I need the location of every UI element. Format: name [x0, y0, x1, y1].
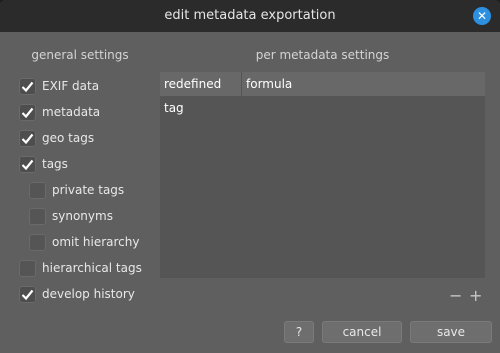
general-settings-header: general settings: [31, 48, 129, 62]
option-exif-data[interactable]: EXIF data: [19, 76, 99, 96]
option-metadata[interactable]: metadata: [19, 102, 100, 122]
help-button[interactable]: ?: [284, 321, 314, 343]
column-header-formula[interactable]: formula: [242, 72, 485, 96]
checkmark-icon: [21, 159, 34, 170]
option-label: develop history: [42, 287, 135, 301]
option-label: EXIF data: [42, 79, 100, 93]
checkbox-synonyms[interactable]: [29, 207, 46, 225]
option-synonyms[interactable]: synonyms: [29, 206, 113, 226]
checkbox-exif-data[interactable]: [19, 77, 36, 95]
option-tags[interactable]: tags: [19, 154, 68, 174]
option-label: tags: [42, 157, 68, 171]
option-label: private tags: [52, 183, 125, 197]
checkmark-icon: [21, 133, 34, 144]
column-header-redefined-tag[interactable]: redefined tag: [160, 72, 242, 115]
checkbox-metadata[interactable]: [19, 103, 36, 121]
option-hierarchical-tags[interactable]: hierarchical tags: [19, 258, 142, 278]
option-omit-hierarchy[interactable]: omit hierarchy: [29, 232, 139, 252]
cancel-button[interactable]: cancel: [322, 321, 402, 343]
option-develop-history[interactable]: develop history: [19, 284, 135, 304]
checkbox-omit-hierarchy[interactable]: [29, 233, 46, 251]
option-label: geo tags: [42, 131, 95, 145]
remove-row-button[interactable]: −: [449, 288, 462, 304]
per-metadata-settings-header: per metadata settings: [255, 48, 390, 62]
option-private-tags[interactable]: private tags: [29, 180, 124, 200]
checkmark-icon: [21, 107, 34, 118]
add-row-button[interactable]: +: [469, 288, 482, 304]
checkbox-private-tags[interactable]: [29, 181, 46, 199]
table-header: redefined tag formula: [160, 72, 485, 115]
close-button[interactable]: ✕: [473, 7, 491, 25]
checkmark-icon: [21, 289, 34, 300]
metadata-formula-table[interactable]: redefined tag formula: [160, 72, 485, 278]
dialog-title: edit metadata exportation: [164, 8, 336, 23]
option-geo-tags[interactable]: geo tags: [19, 128, 94, 148]
checkmark-icon: [21, 81, 34, 92]
checkbox-develop-history[interactable]: [19, 285, 36, 303]
checkbox-tags[interactable]: [19, 155, 36, 173]
checkbox-hierarchical-tags[interactable]: [19, 259, 36, 277]
option-label: omit hierarchy: [52, 235, 140, 249]
option-label: metadata: [42, 105, 101, 119]
save-button[interactable]: save: [410, 321, 492, 343]
checkbox-geo-tags[interactable]: [19, 129, 36, 147]
title-bar: edit metadata exportation ✕: [0, 0, 500, 32]
option-label: hierarchical tags: [42, 261, 142, 275]
option-label: synonyms: [52, 209, 113, 223]
metadata-export-dialog: edit metadata exportation ✕ general sett…: [0, 0, 500, 353]
